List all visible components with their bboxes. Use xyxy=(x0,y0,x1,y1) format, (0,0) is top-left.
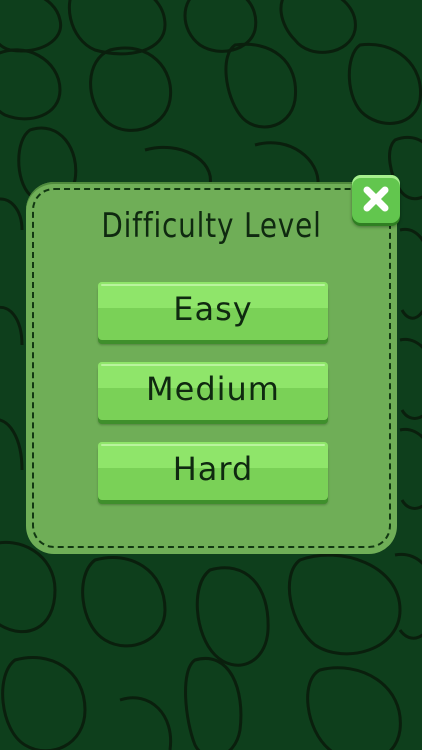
close-button[interactable] xyxy=(352,175,400,223)
medium-button[interactable]: Medium xyxy=(98,362,328,420)
close-icon xyxy=(363,186,389,212)
hard-button-label: Hard xyxy=(172,450,254,488)
easy-button[interactable]: Easy xyxy=(98,282,328,340)
difficulty-dialog: Difficulty Level Easy Medium Hard xyxy=(26,182,397,554)
easy-button-label: Easy xyxy=(173,290,253,328)
dialog-title: Difficulty Level xyxy=(101,206,322,246)
medium-button-label: Medium xyxy=(146,370,280,408)
hard-button[interactable]: Hard xyxy=(98,442,328,500)
